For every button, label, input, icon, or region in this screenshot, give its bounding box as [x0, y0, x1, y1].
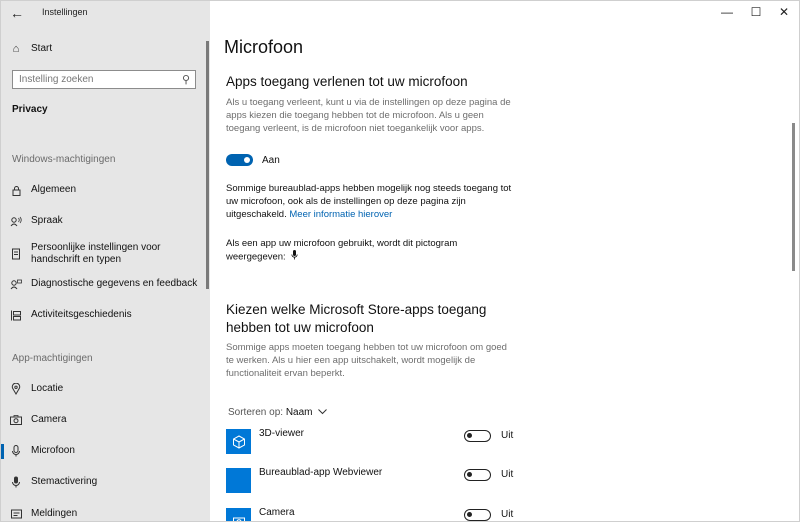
toggle-knob: [467, 512, 472, 517]
notification-icon: [1, 509, 31, 520]
toggle-state-label: Aan: [262, 155, 280, 166]
app-toggle-camera[interactable]: [464, 509, 491, 521]
main-scrollbar[interactable]: [792, 123, 795, 271]
more-info-link[interactable]: Meer informatie hierover: [289, 209, 392, 220]
sidebar-item-algemeen[interactable]: Algemeen: [1, 179, 206, 201]
app-row-3d-viewer: 3D-viewer Uit: [226, 428, 526, 455]
sidebar: ← Instellingen ⌂ Start Instelling zoeken…: [1, 1, 210, 521]
sidebar-item-start[interactable]: ⌂ Start: [1, 38, 206, 60]
sidebar-item-label: Microfoon: [31, 445, 75, 456]
app-row-webviewer: Bureaublad-app Webviewer Uit: [226, 467, 526, 494]
minimize-button[interactable]: —: [716, 4, 738, 20]
microphone-icon: [291, 250, 298, 264]
microphone-icon: [1, 445, 31, 457]
sidebar-item-label: Diagnostische gegevens en feedback: [31, 278, 198, 289]
section-heading-access: Apps toegang verlenen tot uw microfoon: [226, 74, 468, 89]
section-heading-store-apps: Kiezen welke Microsoft Store-apps toegan…: [226, 301, 486, 337]
sidebar-item-diagnostisch[interactable]: Diagnostische gegevens en feedback: [1, 273, 206, 295]
section-app-permissions: App-machtigingen: [12, 353, 93, 364]
sidebar-item-locatie[interactable]: Locatie: [1, 378, 206, 400]
main-content: — ☐ ✕ Microfoon Apps toegang verlenen to…: [210, 1, 799, 521]
sidebar-item-label: Stemactivering: [31, 476, 98, 487]
feedback-icon: [1, 279, 31, 290]
sidebar-item-spraak[interactable]: Spraak: [1, 210, 206, 232]
mic-icon-note: Als een app uw microfoon gebruikt, wordt…: [226, 237, 486, 264]
app-name: Bureaublad-app Webviewer: [259, 467, 383, 478]
section-description-access: Als u toegang verleent, kunt u via de in…: [226, 97, 511, 134]
section-windows-permissions: Windows-machtigingen: [12, 154, 116, 165]
sidebar-item-label: Algemeen: [31, 184, 77, 195]
arrow-left-icon: ←: [10, 5, 24, 21]
minimize-icon: —: [721, 5, 733, 19]
location-icon: [1, 383, 31, 395]
sidebar-item-handschrift[interactable]: Persoonlijke instellingen voor handschri…: [1, 241, 206, 267]
app-toggle-state: Uit: [501, 430, 514, 441]
close-button[interactable]: ✕: [773, 4, 795, 20]
sort-label: Sorteren op:: [228, 407, 284, 418]
app-row-camera: Camera Uit: [226, 507, 526, 521]
microphone-access-toggle[interactable]: [226, 154, 253, 166]
search-placeholder: Instelling zoeken: [19, 74, 94, 85]
sidebar-item-stemactivering[interactable]: Stemactivering: [1, 471, 206, 493]
sidebar-item-camera[interactable]: Camera: [1, 409, 206, 431]
heading-line: Kiezen welke Microsoft Store-apps toegan…: [226, 302, 487, 317]
desktop-apps-note: Sommige bureaublad-apps hebben mogelijk …: [226, 182, 516, 221]
camera-icon: [1, 415, 31, 425]
sidebar-item-meldingen[interactable]: Meldingen: [1, 503, 206, 521]
search-input[interactable]: Instelling zoeken ⚲: [12, 70, 196, 89]
sidebar-item-label: Start: [31, 43, 53, 54]
app-title: Instellingen: [42, 7, 88, 17]
toggle-knob: [467, 433, 472, 438]
toggle-knob: [244, 157, 250, 163]
category-title: Privacy: [12, 104, 48, 115]
page-title: Microfoon: [224, 37, 304, 57]
sidebar-item-label: Locatie: [31, 383, 64, 394]
webviewer-icon: [226, 468, 251, 493]
close-icon: ✕: [778, 5, 790, 19]
app-name: Camera: [259, 507, 295, 518]
sidebar-scrollbar[interactable]: [206, 41, 209, 289]
app-toggle-webviewer[interactable]: [464, 469, 491, 481]
timeline-icon: [1, 310, 31, 321]
speech-icon: [1, 216, 31, 227]
handwriting-icon: [1, 248, 31, 260]
sort-dropdown[interactable]: Sorteren op: Naam: [228, 407, 328, 418]
app-toggle-state: Uit: [501, 469, 514, 480]
sidebar-item-activiteit[interactable]: Activiteitsgeschiedenis: [1, 304, 206, 326]
sidebar-item-label: Persoonlijke instellingen voor handschri…: [31, 242, 161, 265]
sidebar-item-label: Spraak: [31, 215, 63, 226]
toggle-knob: [467, 472, 472, 477]
maximize-button[interactable]: ☐: [745, 4, 767, 20]
sidebar-item-label: Meldingen: [31, 508, 78, 519]
cube-icon: [226, 429, 251, 454]
search-icon[interactable]: ⚲: [182, 73, 190, 86]
chevron-down-icon: [318, 407, 328, 418]
mic-icon-note-text: Als een app uw microfoon gebruikt, wordt…: [226, 238, 458, 263]
back-button[interactable]: ←: [7, 4, 27, 22]
lock-icon: [1, 185, 31, 196]
sidebar-item-microfoon[interactable]: Microfoon: [1, 440, 206, 462]
settings-window: ← Instellingen ⌂ Start Instelling zoeken…: [0, 0, 800, 522]
titlebar-left: ← Instellingen: [1, 1, 210, 25]
app-toggle-state: Uit: [501, 509, 514, 520]
app-toggle-3d-viewer[interactable]: [464, 430, 491, 442]
maximize-icon: ☐: [750, 5, 762, 19]
sort-value: Naam: [285, 407, 313, 418]
voice-activation-icon: [1, 476, 31, 488]
sidebar-item-label: Camera: [31, 414, 67, 425]
home-icon: ⌂: [12, 43, 20, 55]
heading-line: hebben tot uw microfoon: [226, 320, 374, 335]
section-description-store-apps: Sommige apps moeten toegang hebben tot u…: [226, 342, 507, 379]
camera-app-icon: [226, 508, 251, 521]
app-name: 3D-viewer: [259, 428, 305, 439]
sidebar-item-label: Activiteitsgeschiedenis: [31, 309, 132, 320]
